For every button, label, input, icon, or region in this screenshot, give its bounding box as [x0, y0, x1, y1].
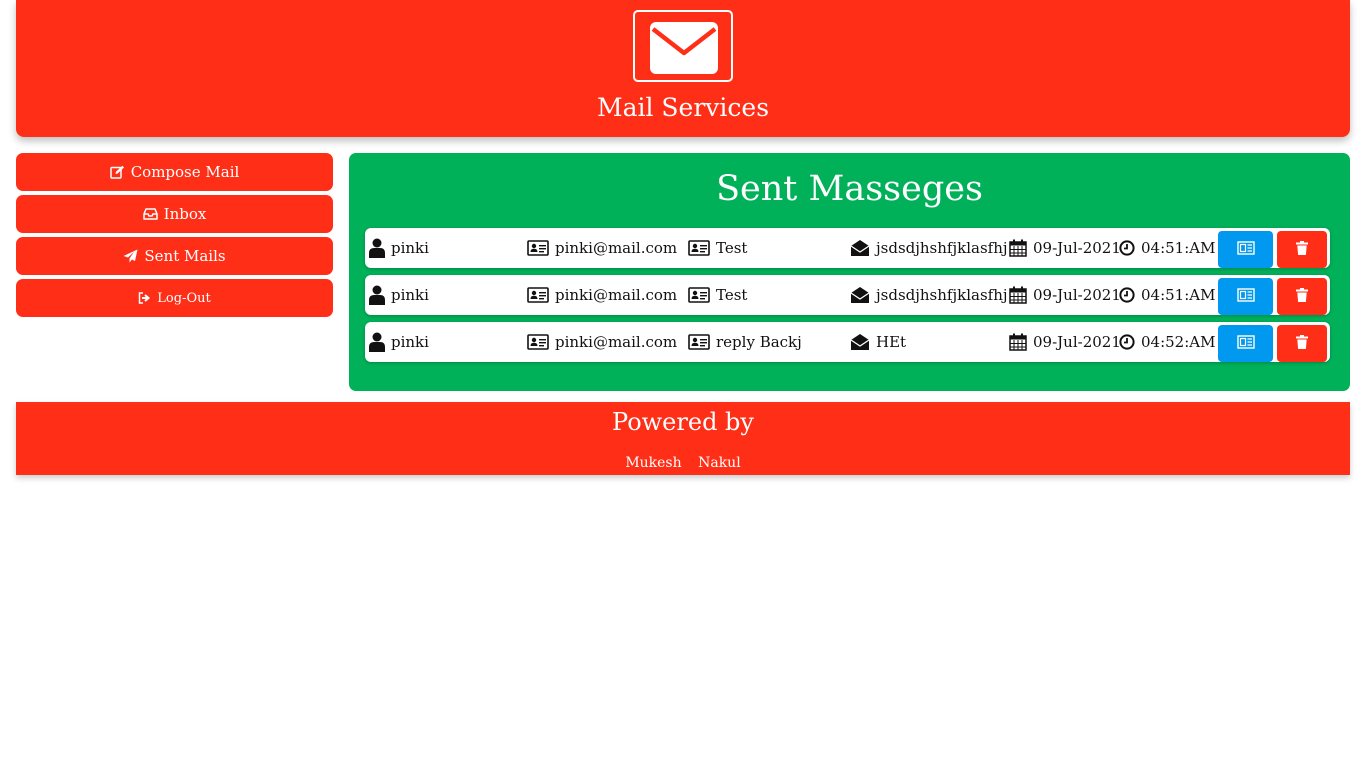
time-text: 04:51:AM — [1141, 286, 1216, 304]
app-title: Mail Services — [596, 93, 770, 122]
date-text: 09-Jul-2021 — [1033, 239, 1121, 257]
message-text: HEt — [876, 333, 907, 351]
time-cell: 04:52:AM — [1119, 322, 1215, 362]
newspaper-icon — [1237, 335, 1255, 353]
delete-button[interactable] — [1277, 278, 1327, 315]
paper-plane-icon — [123, 249, 138, 263]
envelope-open-icon — [850, 286, 870, 304]
id-card-icon — [688, 334, 710, 350]
subject-text: Test — [716, 286, 748, 304]
credit-link-mukesh[interactable]: Mukesh — [625, 455, 681, 471]
time-text: 04:52:AM — [1141, 333, 1216, 351]
message-row[interactable]: pinki pinki@mail.com reply Backj HEt 09-… — [365, 322, 1330, 362]
view-button[interactable] — [1218, 278, 1273, 315]
message-cell: jsdsdjhshfjklasfhj — [850, 228, 1008, 268]
user-icon — [369, 332, 385, 352]
sent-mails-button[interactable]: Sent Mails — [16, 237, 333, 275]
subject-text: reply Backj — [716, 333, 802, 351]
date-text: 09-Jul-2021 — [1033, 333, 1121, 351]
log-out-label: Log-Out — [157, 290, 211, 306]
message-text: jsdsdjhshfjklasfhj — [876, 239, 1008, 257]
delete-button[interactable] — [1277, 231, 1327, 268]
envelope-open-icon — [850, 239, 870, 257]
message-cell: jsdsdjhshfjklasfhj — [850, 275, 1008, 315]
footer-credits: Mukesh Nakul — [16, 454, 1350, 472]
inbox-button[interactable]: Inbox — [16, 195, 333, 233]
trash-icon — [1296, 241, 1308, 259]
inbox-icon — [142, 208, 158, 220]
id-card-icon — [527, 287, 549, 303]
date-cell: 09-Jul-2021 — [1009, 322, 1121, 362]
view-button[interactable] — [1218, 231, 1273, 268]
time-cell: 04:51:AM — [1119, 275, 1215, 315]
email-cell: pinki@mail.com — [527, 275, 677, 315]
newspaper-icon — [1237, 241, 1255, 259]
recipient-email: pinki@mail.com — [555, 239, 678, 257]
calendar-icon — [1009, 239, 1027, 257]
sender-cell: pinki — [369, 275, 429, 315]
subject-cell: Test — [688, 228, 747, 268]
credit-link-nakul[interactable]: Nakul — [698, 455, 741, 471]
envelope-icon — [633, 10, 733, 82]
envelope-open-icon — [850, 333, 870, 351]
date-cell: 09-Jul-2021 — [1009, 275, 1121, 315]
sign-out-icon — [138, 292, 151, 304]
date-cell: 09-Jul-2021 — [1009, 228, 1121, 268]
id-card-icon — [527, 240, 549, 256]
sender-cell: pinki — [369, 322, 429, 362]
trash-icon — [1296, 288, 1308, 306]
calendar-icon — [1009, 333, 1027, 351]
header: Mail Services — [16, 0, 1350, 137]
id-card-icon — [688, 287, 710, 303]
sender-cell: pinki — [369, 228, 429, 268]
subject-cell: reply Backj — [688, 322, 802, 362]
message-text: jsdsdjhshfjklasfhj — [876, 286, 1008, 304]
clock-icon — [1119, 240, 1135, 256]
footer-title: Powered by — [612, 408, 754, 436]
sender-name: pinki — [391, 239, 429, 257]
sidebar: Compose Mail Inbox Sent Mails Log-Out — [16, 153, 333, 321]
trash-icon — [1296, 335, 1308, 353]
compose-mail-label: Compose Mail — [130, 163, 240, 181]
recipient-email: pinki@mail.com — [555, 333, 678, 351]
clock-icon — [1119, 334, 1135, 350]
email-cell: pinki@mail.com — [527, 322, 677, 362]
subject-cell: Test — [688, 275, 747, 315]
clock-icon — [1119, 287, 1135, 303]
message-list: pinki pinki@mail.com Test jsdsdjhshfjkla… — [365, 228, 1330, 369]
time-cell: 04:51:AM — [1119, 228, 1215, 268]
footer: Powered by Mukesh Nakul — [16, 402, 1350, 475]
sent-mails-label: Sent Mails — [144, 247, 226, 265]
sender-name: pinki — [391, 333, 429, 351]
delete-button[interactable] — [1277, 325, 1327, 362]
page-title: Sent Masseges — [716, 169, 983, 209]
view-button[interactable] — [1218, 325, 1273, 362]
log-out-button[interactable]: Log-Out — [16, 279, 333, 317]
email-cell: pinki@mail.com — [527, 228, 677, 268]
recipient-email: pinki@mail.com — [555, 286, 678, 304]
newspaper-icon — [1237, 288, 1255, 306]
message-row[interactable]: pinki pinki@mail.com Test jsdsdjhshfjkla… — [365, 275, 1330, 315]
edit-icon — [109, 165, 125, 179]
sent-messages-panel: Sent Masseges pinki pinki@mail.com Test … — [349, 153, 1350, 391]
user-icon — [369, 238, 385, 258]
sender-name: pinki — [391, 286, 429, 304]
date-text: 09-Jul-2021 — [1033, 286, 1121, 304]
subject-text: Test — [716, 239, 748, 257]
message-cell: HEt — [850, 322, 906, 362]
message-row[interactable]: pinki pinki@mail.com Test jsdsdjhshfjkla… — [365, 228, 1330, 268]
id-card-icon — [688, 240, 710, 256]
user-icon — [369, 285, 385, 305]
compose-mail-button[interactable]: Compose Mail — [16, 153, 333, 191]
id-card-icon — [527, 334, 549, 350]
calendar-icon — [1009, 286, 1027, 304]
inbox-label: Inbox — [163, 205, 207, 223]
time-text: 04:51:AM — [1141, 239, 1216, 257]
